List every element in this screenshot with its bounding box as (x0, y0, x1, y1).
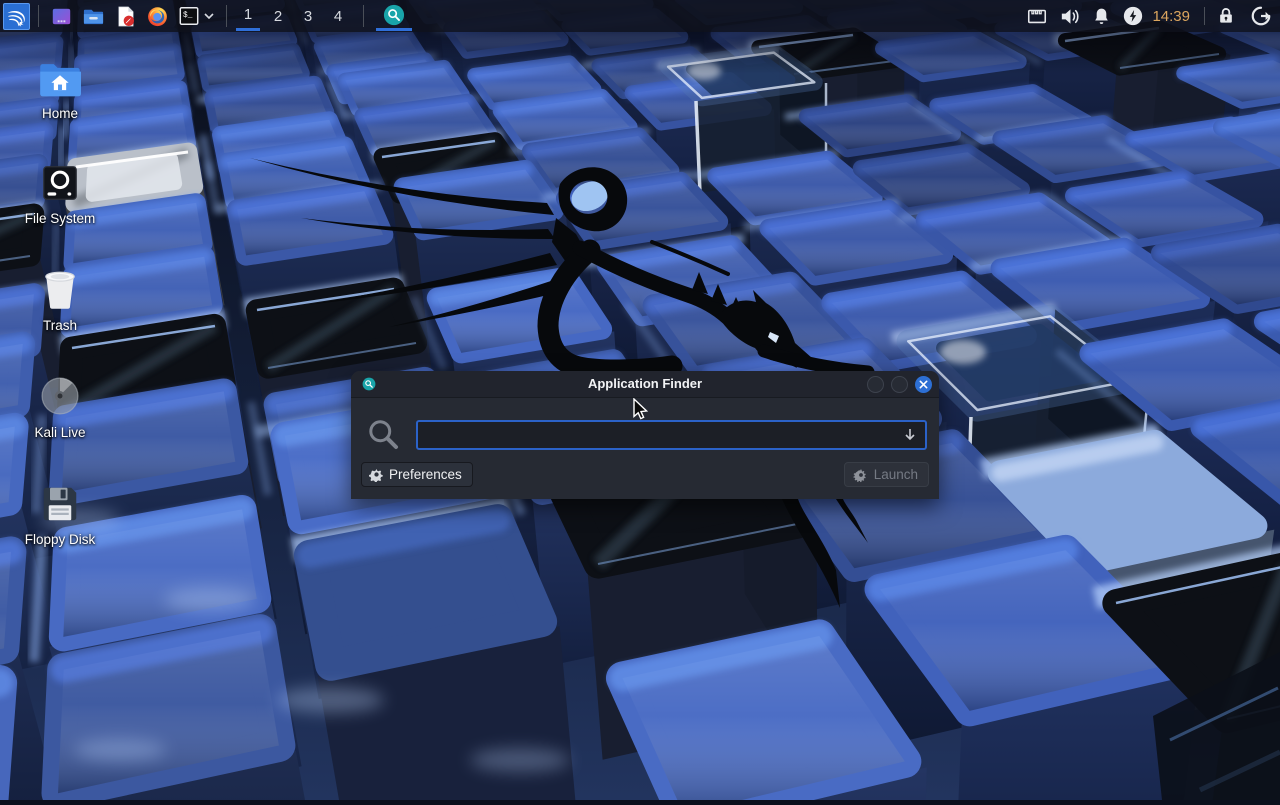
svg-text:$_: $_ (183, 12, 193, 20)
